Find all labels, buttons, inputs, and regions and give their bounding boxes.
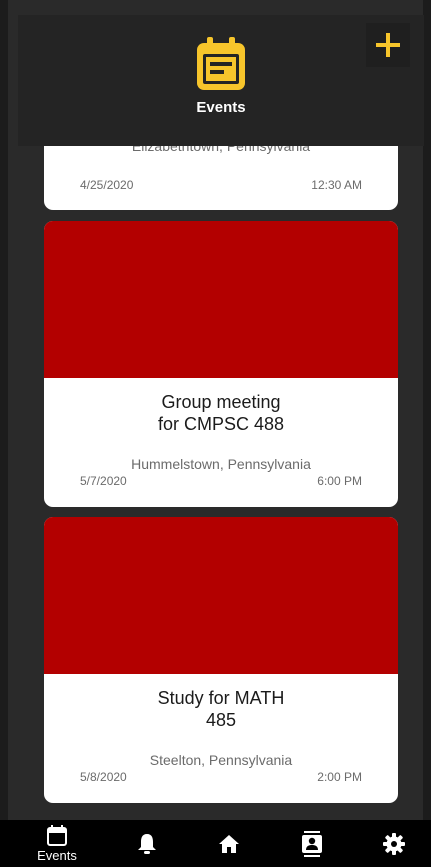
- event-card[interactable]: Study for MATH 485 Steelton, Pennsylvani…: [44, 517, 398, 803]
- events-header: Events: [18, 15, 424, 146]
- event-location: Steelton, Pennsylvania: [149, 752, 293, 768]
- nav-item-contacts[interactable]: [282, 820, 342, 867]
- nav-label-events: Events: [37, 847, 77, 863]
- event-title-line: Group meeting: [161, 392, 281, 412]
- calendar-icon: [47, 824, 67, 846]
- event-title: Group meeting for CMPSC 488: [44, 391, 398, 435]
- event-title-line: Study for MATH: [157, 688, 285, 708]
- event-title-line: for CMPSC 488: [157, 414, 285, 434]
- nav-item-home[interactable]: [199, 820, 259, 867]
- page-title: Events: [196, 99, 246, 116]
- event-location: Hummelstown, Pennsylvania: [131, 456, 311, 472]
- contacts-icon: [302, 830, 322, 857]
- event-image: [44, 221, 398, 378]
- add-event-button[interactable]: [366, 23, 410, 67]
- nav-item-notifications[interactable]: [117, 820, 177, 867]
- gear-icon: [383, 832, 405, 855]
- event-time: 2:00 PM: [317, 770, 362, 784]
- event-title-line: 485: [205, 710, 237, 730]
- nav-item-events[interactable]: Events: [27, 820, 87, 867]
- event-card[interactable]: Group meeting for CMPSC 488 Hummelstown,…: [44, 221, 398, 507]
- event-date: 5/7/2020: [80, 474, 127, 488]
- home-icon: [219, 834, 239, 853]
- event-date: 5/8/2020: [80, 770, 127, 784]
- bell-icon: [138, 833, 156, 854]
- calendar-icon: [197, 37, 245, 90]
- plus-icon: [376, 33, 400, 57]
- event-time: 12:30 AM: [311, 178, 362, 192]
- nav-item-settings[interactable]: [364, 820, 424, 867]
- event-title: Study for MATH 485: [44, 687, 398, 731]
- event-image: [44, 517, 398, 674]
- event-time: 6:00 PM: [317, 474, 362, 488]
- event-date: 4/25/2020: [80, 178, 134, 192]
- bottom-nav: Events: [0, 820, 431, 867]
